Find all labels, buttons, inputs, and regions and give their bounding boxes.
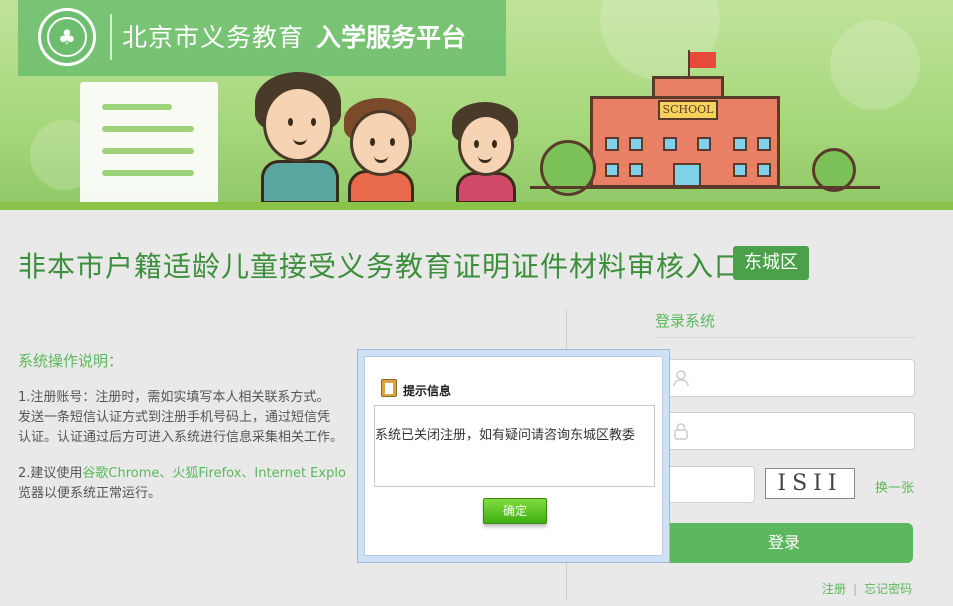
- username-input[interactable]: [663, 359, 915, 397]
- alert-dialog-body: 提示信息 系统已关闭注册，如有疑问请咨询东城区教委 确定: [364, 356, 663, 556]
- login-title: 登录系统: [655, 312, 716, 330]
- dialog-title: 提示信息: [403, 384, 452, 398]
- bg-tree-shape: [600, 0, 720, 80]
- password-input[interactable]: [663, 412, 915, 450]
- register-link[interactable]: 注册: [822, 582, 846, 596]
- browser-recommendations: 谷歌Chrome、火狐Firefox、Internet Explo: [82, 466, 346, 481]
- captcha-input[interactable]: [663, 466, 755, 503]
- clipboard-icon: [381, 379, 397, 397]
- emblem-icon: ♣: [38, 8, 96, 66]
- school-sign: SCHOOL: [658, 100, 718, 120]
- page-title: 非本市户籍适龄儿童接受义务教育证明证件材料审核入口: [18, 250, 744, 283]
- alert-dialog: 提示信息 系统已关闭注册，如有疑问请咨询东城区教委 确定: [357, 349, 670, 563]
- instruction-item-1-line-1: 1.注册账号：注册时，需如实填写本人相关联系方式。: [18, 390, 330, 405]
- ok-button[interactable]: 确定: [483, 498, 547, 524]
- user-icon: [672, 369, 690, 387]
- document-illustration: [80, 82, 218, 204]
- instructions-title: 系统操作说明：: [18, 352, 124, 370]
- dialog-message: 系统已关闭注册，如有疑问请咨询东城区教委: [374, 405, 655, 487]
- parent-illustration: [255, 72, 345, 204]
- bg-tree-shape: [830, 20, 920, 110]
- refresh-captcha-link[interactable]: 换一张: [875, 477, 914, 496]
- instruction-item-2-line-1: 2.建议使用谷歌Chrome、火狐Firefox、Internet Explo: [18, 464, 368, 484]
- ground-line: [530, 186, 880, 189]
- login-button[interactable]: 登录: [655, 523, 913, 563]
- logo-platform-label: 入学服务平台: [316, 23, 467, 52]
- lock-icon: [672, 422, 690, 440]
- login-footer-links: 注册 | 忘记密码: [822, 580, 912, 597]
- flag-icon: [690, 52, 716, 68]
- header-banner: ♣ 北京市义务教育 入学服务平台 SCHOOL: [0, 0, 953, 210]
- forgot-password-link[interactable]: 忘记密码: [864, 582, 912, 596]
- instruction-item-1-line-2: 发送一条短信认证方式到注册手机号码上，通过短信凭: [18, 410, 331, 425]
- logo-divider: [110, 14, 112, 60]
- instruction-item-2-prefix: 2.建议使用: [18, 466, 83, 481]
- instruction-item-1-line-3: 认证。认证通过后方可进入系统进行信息采集相关工作。: [18, 430, 344, 445]
- child-girl-illustration: [450, 102, 522, 204]
- district-badge: 东城区: [733, 246, 809, 280]
- instruction-item-2-line-2: 览器以便系统正常运行。: [18, 486, 162, 501]
- login-title-underline: [655, 337, 915, 338]
- logo-city-label: 北京市义务教育: [122, 23, 305, 52]
- banner-strip: [0, 202, 953, 210]
- link-separator: |: [853, 582, 858, 596]
- site-logo[interactable]: ♣ 北京市义务教育 入学服务平台: [18, 0, 506, 76]
- child-boy-illustration: [342, 98, 420, 204]
- captcha-image[interactable]: ISII: [765, 468, 855, 499]
